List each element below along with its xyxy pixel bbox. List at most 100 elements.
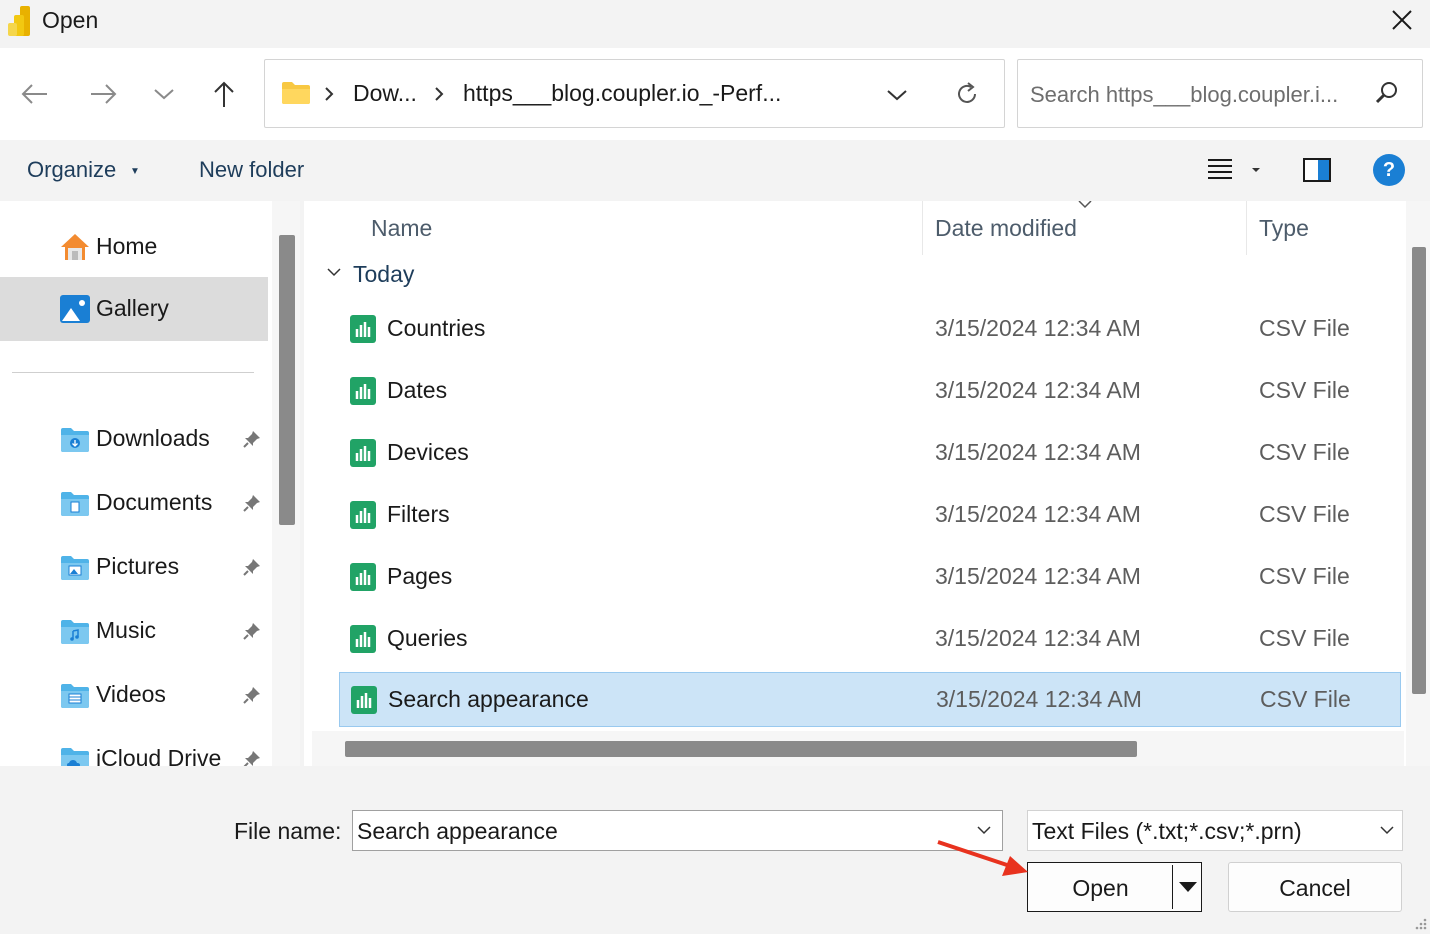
view-options-caret-icon[interactable] [1250,166,1262,174]
file-date-modified: 3/15/2024 12:34 AM [935,625,1141,651]
column-header-type[interactable]: Type [1259,215,1309,242]
sidebar-item-icloud-drive[interactable]: iCloud Drive [0,727,268,766]
close-button[interactable] [1380,0,1424,40]
file-row[interactable]: Queries 3/15/2024 12:34 AM CSV File [339,612,1401,667]
sidebar-item-gallery[interactable]: Gallery [0,277,268,341]
column-divider[interactable] [1246,201,1247,255]
horizontal-scrollbar-thumb[interactable] [345,741,1137,757]
chevron-right-icon [325,87,334,101]
refresh-icon [958,82,976,103]
column-divider[interactable] [922,201,923,255]
sidebar-scrollbar-thumb[interactable] [279,235,295,525]
sidebar-divider [12,372,254,373]
pictures-folder-icon [61,556,89,580]
breadcrumb-current-folder[interactable]: https___blog.coupler.io_-Perf... [463,80,781,107]
file-type: CSV File [1259,439,1350,465]
file-name-label: File name: [234,818,342,844]
back-button[interactable] [14,74,54,114]
chevron-down-icon[interactable] [326,267,342,277]
sidebar-item-documents[interactable]: Documents [0,471,268,535]
new-folder-button[interactable]: New folder [199,157,304,183]
downloads-folder-icon [61,428,89,452]
sidebar-item-label: Home [96,233,158,259]
file-type: CSV File [1259,377,1350,403]
file-row[interactable]: Devices 3/15/2024 12:34 AM CSV File [339,426,1401,481]
group-header-today[interactable]: Today [353,261,414,288]
file-name: Pages [387,563,453,589]
pin-icon[interactable] [242,685,262,705]
open-options-caret-icon[interactable] [1178,881,1198,893]
vertical-scrollbar-thumb[interactable] [1412,247,1426,694]
sidebar-item-music[interactable]: Music [0,599,268,663]
cancel-button-label: Cancel [1279,875,1351,901]
pin-icon[interactable] [242,749,262,766]
folder-icon [282,82,310,104]
file-name: Search appearance [388,686,589,712]
open-button-label: Open [1072,875,1129,901]
file-name: Queries [387,625,468,651]
column-header-name[interactable]: Name [371,215,432,242]
sidebar-item-home[interactable]: Home [0,215,268,279]
file-date-modified: 3/15/2024 12:34 AM [936,686,1142,712]
file-date-modified: 3/15/2024 12:34 AM [935,501,1141,527]
search-icon [1375,82,1397,104]
file-row[interactable]: Pages 3/15/2024 12:34 AM CSV File [339,550,1401,605]
breadcrumb-downloads[interactable]: Dow... [353,80,417,107]
list-view-icon[interactable] [1206,156,1234,182]
file-type: CSV File [1259,563,1350,589]
file-type-select[interactable]: Text Files (*.txt;*.csv;*.prn) [1027,810,1403,851]
file-name: Dates [387,377,448,403]
navigation-bar: Dow... https___blog.coupler.io_-Perf... … [0,48,1430,140]
sidebar-item-label: Downloads [96,425,210,451]
column-header-date-modified[interactable]: Date modified [935,215,1077,242]
file-name-field[interactable]: Search appearance [352,810,1003,851]
address-history-button[interactable] [879,78,915,112]
search-input[interactable]: Search https___blog.coupler.i... [1030,82,1338,108]
window-title: Open [42,7,99,33]
file-row-selected[interactable]: Search appearance 3/15/2024 12:34 AM CSV… [339,672,1401,727]
file-row[interactable]: Dates 3/15/2024 12:34 AM CSV File [339,364,1401,419]
up-button[interactable] [204,74,244,114]
file-date-modified: 3/15/2024 12:34 AM [935,439,1141,465]
arrow-right-icon [91,84,117,104]
file-row[interactable]: Countries 3/15/2024 12:34 AM CSV File [339,302,1401,357]
sidebar-item-label: Pictures [96,553,180,579]
pin-icon[interactable] [242,493,262,513]
annotation-arrow-icon [937,840,1028,876]
sidebar-item-videos[interactable]: Videos [0,663,268,727]
close-icon [1392,10,1412,30]
power-bi-icon [6,6,34,36]
videos-folder-icon [61,684,89,708]
organize-button[interactable]: Organize [27,157,116,183]
help-icon[interactable]: ? [1373,154,1405,186]
refresh-button[interactable] [949,76,985,112]
search-box[interactable]: Search https___blog.coupler.i... [1017,59,1423,128]
pin-icon[interactable] [242,621,262,641]
file-name: Countries [387,315,486,341]
csv-file-icon [350,563,376,591]
file-type: CSV File [1259,625,1350,651]
resize-grip-icon[interactable] [1412,916,1428,932]
pin-icon[interactable] [242,429,262,449]
open-button[interactable]: Open [1027,862,1202,912]
file-list: Name Date modified Type Today Countries … [304,201,1430,766]
caret-down-icon: ▼ [130,166,140,177]
sidebar-item-label: iCloud Drive [96,745,222,766]
recent-locations-button[interactable] [144,74,184,114]
forward-button[interactable] [84,74,124,114]
file-date-modified: 3/15/2024 12:34 AM [935,563,1141,589]
sidebar-item-downloads[interactable]: Downloads [0,407,268,471]
sidebar-item-pictures[interactable]: Pictures [0,535,268,599]
pin-icon[interactable] [242,557,262,577]
address-bar[interactable]: Dow... https___blog.coupler.io_-Perf... [264,59,1005,128]
file-date-modified: 3/15/2024 12:34 AM [935,315,1141,341]
file-type: CSV File [1260,686,1351,712]
chevron-down-icon [154,89,174,100]
file-name: Filters [387,501,450,527]
preview-pane-icon[interactable] [1302,157,1332,183]
file-name-value[interactable]: Search appearance [357,818,558,845]
cancel-button[interactable]: Cancel [1228,862,1402,912]
csv-file-icon [351,686,377,714]
documents-folder-icon [61,492,89,516]
file-row[interactable]: Filters 3/15/2024 12:34 AM CSV File [339,488,1401,543]
